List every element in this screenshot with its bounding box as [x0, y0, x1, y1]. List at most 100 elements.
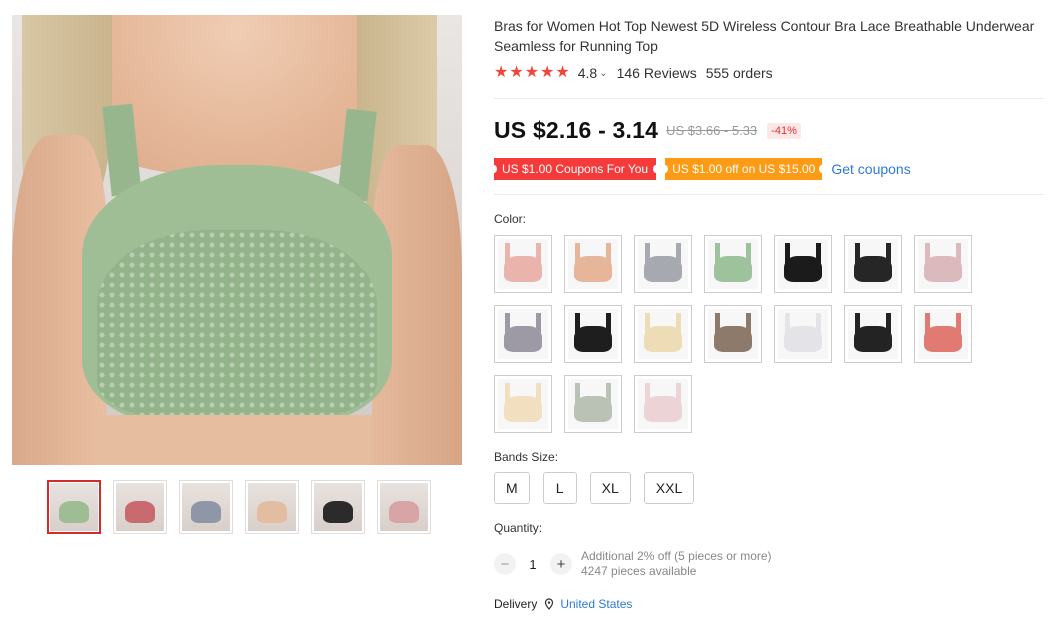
- rating-value[interactable]: 4.8: [578, 65, 597, 81]
- swatch-strap: [536, 313, 541, 333]
- reviews-count[interactable]: 146 Reviews: [617, 65, 697, 81]
- swatch-strap: [746, 313, 751, 333]
- color-swatch-image: [498, 379, 548, 429]
- color-option[interactable]: [634, 305, 692, 363]
- swatch-strap: [956, 313, 961, 333]
- delivery-country-link[interactable]: United States: [560, 597, 632, 611]
- thumbnail-image: [380, 483, 428, 531]
- star-icon: ★: [524, 64, 540, 81]
- quantity-value[interactable]: 1: [516, 557, 550, 572]
- color-option[interactable]: [634, 375, 692, 433]
- size-option-xl[interactable]: XL: [589, 472, 631, 504]
- thumbnail-image: [314, 483, 362, 531]
- color-option[interactable]: [914, 235, 972, 293]
- original-price: US $3.66 - 5.33: [666, 123, 758, 138]
- star-icon: ★: [509, 64, 524, 81]
- swatch-strap: [676, 383, 681, 403]
- divider: [494, 98, 1044, 99]
- product-title: Bras for Women Hot Top Newest 5D Wireles…: [494, 18, 1035, 54]
- color-swatch-image: [778, 239, 828, 289]
- thumbnail-image: [248, 483, 296, 531]
- color-option[interactable]: [564, 305, 622, 363]
- color-option[interactable]: [564, 235, 622, 293]
- swatch-strap: [606, 383, 611, 403]
- coupon-tag-red[interactable]: US $1.00 Coupons For You: [490, 158, 660, 180]
- quantity-increase-button[interactable]: +: [550, 553, 572, 575]
- thumbnail-red[interactable]: [113, 480, 167, 534]
- thumbnail-pink[interactable]: [377, 480, 431, 534]
- swatch-strap: [886, 243, 891, 263]
- divider: [494, 194, 1044, 195]
- image-lace: [97, 230, 377, 420]
- color-swatch-image: [918, 309, 968, 359]
- swatch-strap: [606, 313, 611, 333]
- thumbnail-black[interactable]: [311, 480, 365, 534]
- thumbnail-image: [182, 483, 230, 531]
- swatch-strap: [746, 243, 751, 263]
- star-rating: ★ ★ ★ ★ ★: [494, 65, 570, 81]
- thumbnail-green[interactable]: [47, 480, 101, 534]
- thumbnail-image: [50, 483, 98, 531]
- image-waist: [102, 415, 372, 465]
- rating-row: ★ ★ ★ ★ ★ 4.8 ⌄ 146 Reviews 555 orders: [494, 65, 773, 82]
- price-row: US $2.16 - 3.14 US $3.66 - 5.33 -41%: [494, 117, 801, 144]
- color-swatch-image: [638, 379, 688, 429]
- color-swatch-image: [638, 309, 688, 359]
- color-option[interactable]: [844, 305, 902, 363]
- color-option[interactable]: [774, 305, 832, 363]
- star-icon: ★: [555, 64, 570, 81]
- coupons-row: US $1.00 Coupons For You US $1.00 off on…: [490, 158, 911, 180]
- quantity-decrease-button[interactable]: −: [494, 553, 516, 575]
- size-options: M L XL XXL: [494, 472, 695, 504]
- quantity-label: Quantity:: [494, 521, 543, 535]
- swatch-strap: [536, 383, 541, 403]
- current-price: US $2.16 - 3.14: [494, 117, 659, 143]
- size-option-xxl[interactable]: XXL: [643, 472, 695, 504]
- color-swatch-image: [918, 239, 968, 289]
- get-coupons-link[interactable]: Get coupons: [831, 161, 910, 177]
- star-icon: ★: [540, 64, 555, 81]
- delivery-row: Delivery United States: [494, 597, 632, 611]
- color-swatch-image: [638, 239, 688, 289]
- thumbnail-skin[interactable]: [245, 480, 299, 534]
- color-swatch-image: [498, 239, 548, 289]
- coupon-tag-orange[interactable]: US $1.00 off on US $15.00: [662, 158, 826, 180]
- color-option[interactable]: [704, 235, 762, 293]
- thumbnail-gray[interactable]: [179, 480, 233, 534]
- color-option[interactable]: [774, 235, 832, 293]
- chevron-down-icon[interactable]: ⌄: [599, 68, 607, 79]
- color-swatch-image: [708, 309, 758, 359]
- color-swatch-image: [778, 309, 828, 359]
- swatch-strap: [676, 313, 681, 333]
- delivery-label: Delivery: [494, 597, 538, 611]
- color-swatch-image: [848, 309, 898, 359]
- color-option[interactable]: [494, 305, 552, 363]
- swatch-strap: [536, 243, 541, 263]
- quantity-info: Additional 2% off (5 pieces or more) 424…: [581, 549, 772, 579]
- color-swatch-image: [498, 309, 548, 359]
- color-swatch-image: [568, 239, 618, 289]
- color-swatch-image: [568, 309, 618, 359]
- swatch-strap: [956, 243, 961, 263]
- color-option[interactable]: [844, 235, 902, 293]
- swatch-strap: [816, 243, 821, 263]
- color-option[interactable]: [914, 305, 972, 363]
- color-option[interactable]: [494, 235, 552, 293]
- swatch-strap: [676, 243, 681, 263]
- color-option[interactable]: [634, 235, 692, 293]
- size-option-l[interactable]: L: [542, 472, 577, 504]
- swatch-strap: [606, 243, 611, 263]
- color-option[interactable]: [704, 305, 762, 363]
- swatch-strap: [886, 313, 891, 333]
- color-swatch-image: [708, 239, 758, 289]
- color-swatch-image: [568, 379, 618, 429]
- swatch-strap: [816, 313, 821, 333]
- color-options: [494, 235, 984, 433]
- color-option[interactable]: [494, 375, 552, 433]
- thumbnail-image: [116, 483, 164, 531]
- thumbnail-strip: [47, 480, 431, 534]
- main-product-image[interactable]: [12, 15, 462, 465]
- size-option-m[interactable]: M: [494, 472, 530, 504]
- orders-count: 555 orders: [705, 65, 773, 81]
- color-option[interactable]: [564, 375, 622, 433]
